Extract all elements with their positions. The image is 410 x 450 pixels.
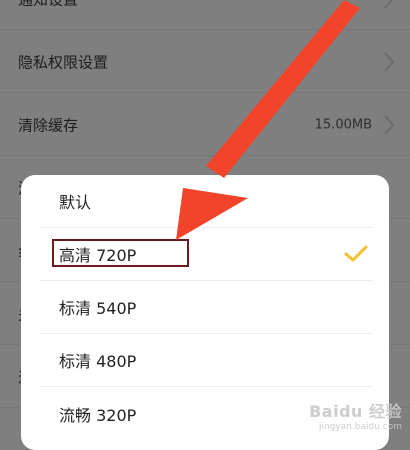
option-label: 默认	[59, 193, 92, 212]
checkmark-icon	[344, 245, 368, 262]
resolution-option-540p[interactable]: 标清 540P	[39, 281, 373, 334]
baidu-watermark: Baidu 经验 jingyan.baidu.com	[309, 398, 402, 432]
chevron-right-icon	[384, 114, 395, 135]
settings-row-label: 通知设置	[18, 0, 78, 9]
settings-row-label: 清除缓存	[18, 116, 79, 134]
settings-row-notifications[interactable]: 通知设置	[0, 0, 410, 30]
option-label: 流畅 320P	[59, 405, 137, 425]
resolution-option-480p[interactable]: 标清 480P	[39, 334, 373, 387]
annotation-highlight-box	[52, 239, 189, 267]
settings-row-clear-cache[interactable]: 清除缓存 15.00MB	[0, 94, 410, 156]
chevron-right-icon	[384, 51, 395, 72]
settings-row-privacy[interactable]: 隐私权限设置	[0, 31, 410, 93]
resolution-option-default[interactable]: 默认	[39, 175, 373, 228]
settings-row-label: 隐私权限设置	[18, 53, 109, 71]
chevron-right-icon	[384, 0, 393, 9]
cache-size-value: 15.00MB	[314, 117, 372, 132]
watermark-main: Baidu 经验	[309, 402, 402, 421]
option-label: 标清 540P	[59, 299, 137, 318]
watermark-sub: jingyan.baidu.com	[318, 422, 402, 432]
option-label: 标清 480P	[59, 352, 137, 371]
